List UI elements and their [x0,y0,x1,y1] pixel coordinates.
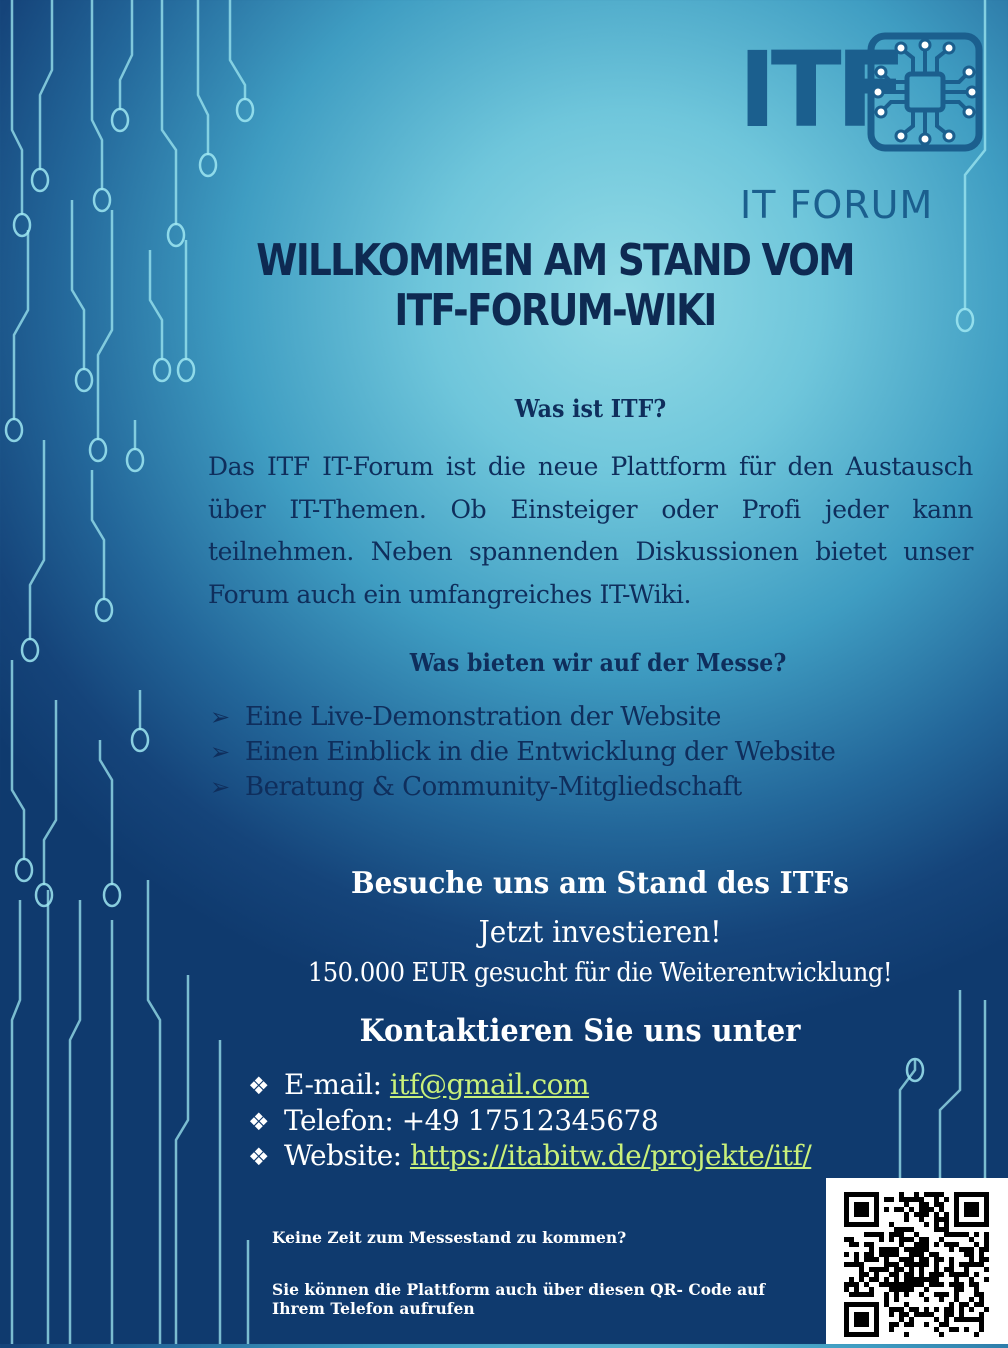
arrow-right-icon: ➢ [210,703,230,731]
circuit-node [110,107,130,133]
circuit-trace [70,200,86,370]
circuit-node [102,882,122,908]
circuit-trace [148,250,164,360]
website-link[interactable]: https://itabitw.de/projekte/itf/ [410,1139,812,1172]
diamond-bullet-icon: ❖ [248,1072,270,1100]
circuit-trace [12,230,30,420]
qr-code[interactable] [826,1178,1008,1344]
diamond-bullet-icon: ❖ [248,1143,270,1171]
arrow-right-icon: ➢ [210,773,230,801]
headline-line-2: ITF-FORUM-WIKI [394,285,717,336]
contact-heading: Kontaktieren Sie uns unter [359,1013,801,1049]
circuit-node [14,857,34,883]
itf-logo: ITF IT FORUM [738,30,986,225]
circuit-trace [28,440,46,640]
headline-line-1: WILLKOMMEN AM STAND VOM [256,235,855,286]
circuit-node [166,222,186,248]
circuit-trace [90,0,104,190]
circuit-node [125,447,145,473]
qr-code-image [844,1192,989,1337]
email-link[interactable]: itf@gmail.com [390,1068,590,1101]
circuit-trace [10,0,24,215]
circuit-trace [68,900,82,1344]
circuit-trace [228,0,247,100]
circuit-node [94,597,114,623]
logo-subtitle: IT FORUM [740,183,934,227]
contact-list: ❖ E-mail: itf@gmail.com ❖ Telefon: +49 175… [248,1068,812,1175]
circuit-trace [38,0,54,170]
circuit-node [235,97,255,123]
offer-list: ➢ Eine Live-Demonstration der Website ➢ Ei… [210,700,836,805]
offer-heading: Was bieten wir auf der Messe? [409,648,787,677]
circuit-node [198,152,218,178]
circuit-node [34,882,54,908]
list-item: ➢ Einen Einblick in die Entwicklung der W… [210,735,836,770]
visit-heading: Besuche uns am Stand des ITFs [350,866,849,901]
diamond-bullet-icon: ❖ [248,1107,270,1136]
contact-phone: ❖ Telefon: +49 17512345678 [248,1104,811,1140]
circuit-node [88,437,108,463]
phone-number: +49 17512345678 [401,1103,659,1137]
circuit-trace [160,0,178,225]
about-text: Das ITF IT-Forum ist die neue Plattform … [208,452,973,609]
contact-email: ❖ E-mail: itf@gmail.com [248,1068,811,1104]
circuit-trace [42,700,58,885]
circuit-trace [90,470,106,600]
invest-text: Jetzt investieren! [478,915,722,950]
circuit-node [130,727,150,753]
qr-note-instruction: Sie können die Plattform auch über diese… [272,1280,766,1318]
main-headline: WILLKOMMEN AM STAND VOM ITF-FORUM-WIKI [211,236,900,336]
circuit-trace [898,1060,917,1180]
circuit-node [30,167,50,193]
list-item: ➢ Beratung & Community-Mitgliedschaft [210,770,835,805]
funding-text: 150.000 EUR gesucht für die Weiterentwic… [307,958,893,988]
circuit-trace [118,0,134,110]
contact-website: ❖ Website: https://itabitw.de/projekte/it… [248,1139,812,1175]
circuit-trace [174,975,190,1344]
circuit-trace [98,740,114,885]
list-item: ➢ Eine Live-Demonstration der Website [210,700,835,735]
circuit-node [152,357,172,383]
circuit-chip-icon [867,32,983,152]
circuit-node [92,187,112,213]
circuit-node [955,307,975,333]
circuit-node [20,637,40,663]
circuit-trace [146,880,162,1344]
circuit-node [176,357,196,383]
circuit-trace [10,660,26,860]
about-heading: Was ist ITF? [514,394,667,423]
circuit-node [4,417,24,443]
circuit-node [74,367,94,393]
qr-note-question: Keine Zeit zum Messestand zu kommen? [272,1228,627,1247]
circuit-trace [96,210,114,440]
arrow-right-icon: ➢ [210,738,230,766]
circuit-trace [196,0,210,155]
circuit-trace [10,900,22,1344]
